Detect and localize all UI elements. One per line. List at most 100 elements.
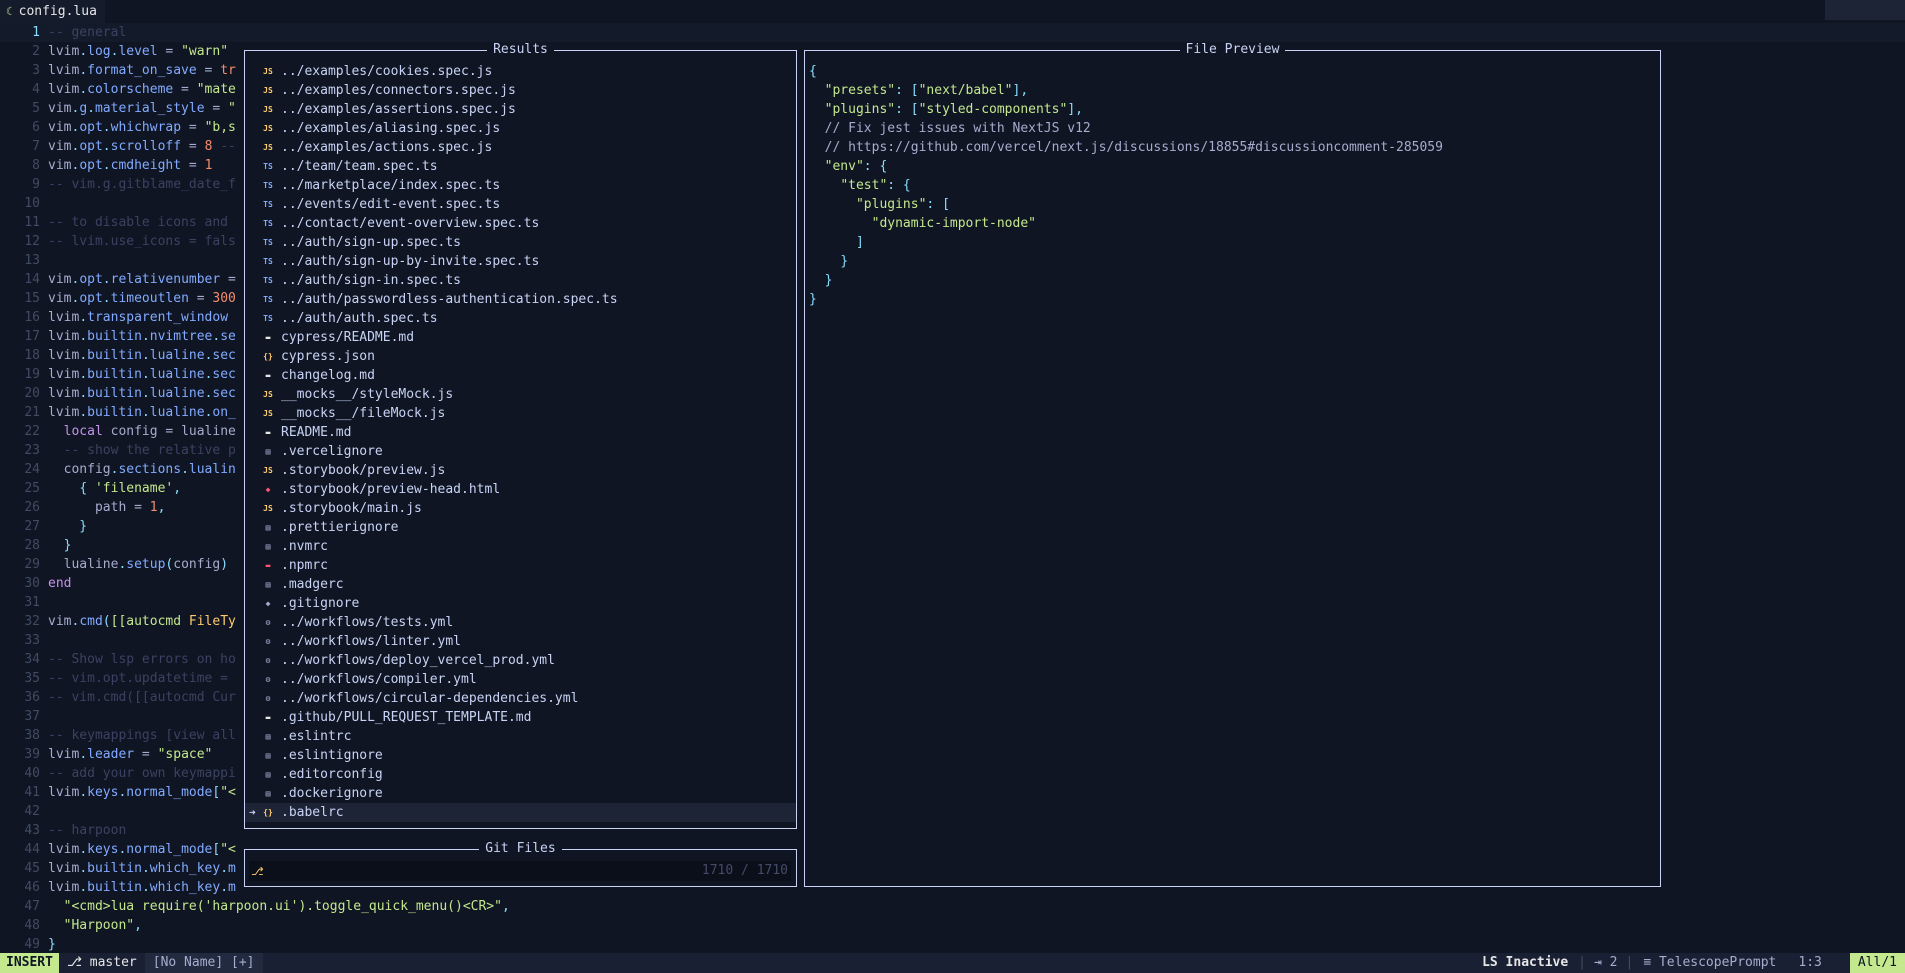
code-token: lualine bbox=[149, 405, 205, 420]
result-item[interactable]: JS ../examples/assertions.spec.js bbox=[245, 100, 796, 119]
result-item-selected[interactable]: ➜ {} .babelrc bbox=[245, 803, 796, 822]
js-file-icon: JS bbox=[263, 67, 273, 76]
result-item[interactable]: TS ../auth/sign-up.spec.ts bbox=[245, 233, 796, 252]
code-token: -- harpoon bbox=[48, 823, 127, 838]
result-item[interactable]: JS __mocks__/fileMock.js bbox=[245, 404, 796, 423]
result-item[interactable]: ⚙ ../workflows/deploy_vercel_prod.yml bbox=[245, 651, 796, 670]
code-line[interactable]: 49} bbox=[0, 935, 1905, 954]
preview-token: : [ bbox=[895, 102, 919, 117]
result-item[interactable]: JS ../examples/cookies.spec.js bbox=[245, 62, 796, 81]
code-token: opt bbox=[79, 139, 103, 154]
ts-file-icon: TS bbox=[263, 219, 273, 228]
result-item[interactable]: JS ../examples/connectors.spec.js bbox=[245, 81, 796, 100]
preview-line: "plugins": [ bbox=[809, 195, 1443, 214]
js-file-icon: JS bbox=[263, 466, 273, 475]
result-item[interactable]: JS .storybook/preview.js bbox=[245, 461, 796, 480]
code-token: . bbox=[141, 367, 150, 382]
code-token: lvim bbox=[48, 386, 80, 401]
result-item[interactable]: TS ../marketplace/index.spec.ts bbox=[245, 176, 796, 195]
code-token: setup bbox=[126, 557, 166, 572]
code-token: material_style bbox=[94, 101, 205, 116]
indent-status: ⇥ 2 bbox=[1588, 953, 1623, 973]
result-item[interactable]: ⚙ ../workflows/linter.yml bbox=[245, 632, 796, 651]
result-item[interactable]: ⚙ ../workflows/tests.yml bbox=[245, 613, 796, 632]
code-token: keys bbox=[87, 842, 119, 857]
result-item[interactable]: ▤ .vercelignore bbox=[245, 442, 796, 461]
code-token: -- Show lsp errors on ho bbox=[48, 652, 236, 667]
result-item[interactable]: JS ../examples/actions.spec.js bbox=[245, 138, 796, 157]
result-item[interactable]: ⚙ ../workflows/compiler.yml bbox=[245, 670, 796, 689]
result-item[interactable]: ▬ changelog.md bbox=[245, 366, 796, 385]
result-item[interactable]: ▤ .dockerignore bbox=[245, 784, 796, 803]
result-path: ../examples/cookies.spec.js bbox=[281, 64, 493, 79]
tab-config-lua[interactable]: ☾ config.lua bbox=[0, 0, 105, 23]
result-item[interactable]: {} cypress.json bbox=[245, 347, 796, 366]
result-item[interactable]: TS ../auth/auth.spec.ts bbox=[245, 309, 796, 328]
result-item[interactable]: ▬ README.md bbox=[245, 423, 796, 442]
code-line[interactable]: 47 "<cmd>lua require('harpoon.ui').toggl… bbox=[0, 897, 1905, 916]
ts-file-icon: TS bbox=[263, 295, 273, 304]
result-item[interactable]: ▤ .editorconfig bbox=[245, 765, 796, 784]
preview-line: // https://github.com/vercel/next.js/dis… bbox=[809, 138, 1443, 157]
preview-token: "test" bbox=[840, 178, 888, 193]
result-path: .gitignore bbox=[281, 596, 360, 611]
result-item[interactable]: TS ../auth/passwordless-authentication.sp… bbox=[245, 290, 796, 309]
line-number: 34 bbox=[24, 652, 40, 667]
result-item[interactable]: ▤ .eslintrc bbox=[245, 727, 796, 746]
search-input[interactable]: ⎇ 1710 / 1710 bbox=[249, 861, 791, 881]
result-path: ../workflows/tests.yml bbox=[281, 615, 454, 630]
markdown-file-icon: ▬ bbox=[265, 428, 271, 437]
preview-line: "dynamic-import-node" bbox=[809, 214, 1443, 233]
result-item[interactable]: ⚙ ../workflows/circular-dependencies.yml bbox=[245, 689, 796, 708]
code-token: vim bbox=[48, 158, 72, 173]
result-item[interactable]: ▬ .github/PULL_REQUEST_TEMPLATE.md bbox=[245, 708, 796, 727]
result-item[interactable]: JS ../examples/aliasing.spec.js bbox=[245, 119, 796, 138]
preview-token: "plugins" bbox=[855, 197, 927, 212]
result-item[interactable]: ▬ cypress/README.md bbox=[245, 328, 796, 347]
result-path: ../workflows/deploy_vercel_prod.yml bbox=[281, 653, 555, 668]
result-path: .editorconfig bbox=[281, 767, 383, 782]
code-token: . bbox=[79, 348, 88, 363]
preview-token bbox=[809, 254, 840, 269]
result-item[interactable]: ▤ .nvmrc bbox=[245, 537, 796, 556]
code-token: which_key bbox=[149, 861, 221, 876]
result-item[interactable]: JS .storybook/main.js bbox=[245, 499, 796, 518]
result-count: 1710 / 1710 bbox=[701, 863, 788, 878]
result-item[interactable]: JS __mocks__/styleMock.js bbox=[245, 385, 796, 404]
result-item[interactable]: ▤ .prettierignore bbox=[245, 518, 796, 537]
result-path: ../team/team.spec.ts bbox=[281, 159, 438, 174]
preview-line: "test": { bbox=[809, 176, 1443, 195]
yaml-gear-icon: ⚙ bbox=[265, 656, 271, 665]
code-token: colorscheme bbox=[87, 82, 174, 97]
result-item[interactable]: ◆ .gitignore bbox=[245, 594, 796, 613]
code-token: cmd bbox=[79, 614, 103, 629]
result-item[interactable]: ▬ .npmrc bbox=[245, 556, 796, 575]
result-item[interactable]: TS ../auth/sign-in.spec.ts bbox=[245, 271, 796, 290]
tabline-right-block bbox=[1825, 0, 1905, 20]
result-item[interactable]: TS ../events/edit-event.spec.ts bbox=[245, 195, 796, 214]
code-line[interactable]: 1 -- general bbox=[0, 23, 1905, 42]
result-item[interactable]: ▤ .madgerc bbox=[245, 575, 796, 594]
code-token: builtin bbox=[87, 367, 142, 382]
markdown-file-icon: ▬ bbox=[265, 371, 271, 380]
code-token: lualine bbox=[149, 386, 205, 401]
code-line[interactable]: 48 "Harpoon", bbox=[0, 916, 1905, 935]
result-item[interactable]: ◆ .storybook/preview-head.html bbox=[245, 480, 796, 499]
code-token: ( bbox=[102, 614, 111, 629]
preview-token: "next/babel" bbox=[918, 83, 1013, 98]
result-item[interactable]: TS ../auth/sign-up-by-invite.spec.ts bbox=[245, 252, 796, 271]
statusline: INSERT ⎇ master [No Name] [+] LS Inactiv… bbox=[0, 953, 1905, 973]
result-item[interactable]: ▤ .eslintignore bbox=[245, 746, 796, 765]
line-number: 1 bbox=[32, 25, 40, 40]
code-token: . bbox=[220, 861, 229, 876]
line-number: 36 bbox=[24, 690, 40, 705]
line-number: 22 bbox=[24, 424, 40, 439]
result-item[interactable]: TS ../contact/event-overview.spec.ts bbox=[245, 214, 796, 233]
line-number: 29 bbox=[24, 557, 40, 572]
code-token: builtin bbox=[87, 386, 142, 401]
code-token: } bbox=[48, 538, 72, 553]
prompt-title: Git Files bbox=[479, 841, 562, 856]
result-item[interactable]: TS ../team/team.spec.ts bbox=[245, 157, 796, 176]
